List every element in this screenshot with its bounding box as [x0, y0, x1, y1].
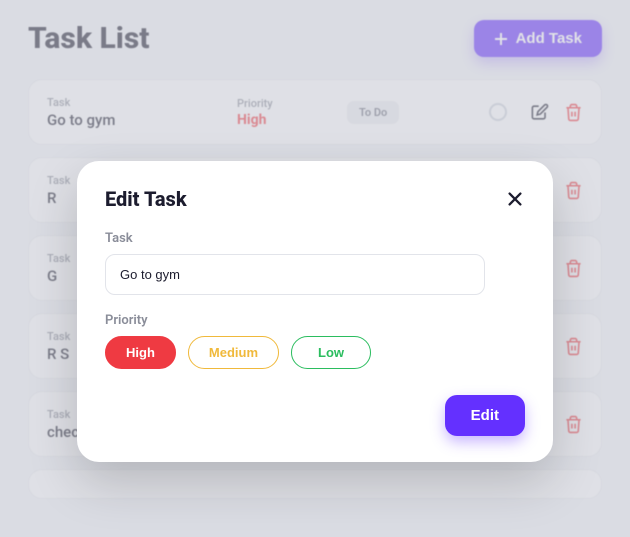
task-input[interactable]	[105, 254, 485, 295]
priority-option-low[interactable]: Low	[291, 336, 371, 369]
priority-option-high[interactable]: High	[105, 336, 176, 369]
modal-title: Edit Task	[105, 187, 187, 211]
close-icon[interactable]	[505, 189, 525, 209]
task-input-label: Task	[105, 231, 525, 246]
edit-task-modal: Edit Task Task Priority High Medium Low …	[77, 161, 553, 462]
submit-edit-button[interactable]: Edit	[445, 395, 525, 436]
priority-input-label: Priority	[105, 313, 525, 328]
priority-option-medium[interactable]: Medium	[188, 336, 279, 369]
